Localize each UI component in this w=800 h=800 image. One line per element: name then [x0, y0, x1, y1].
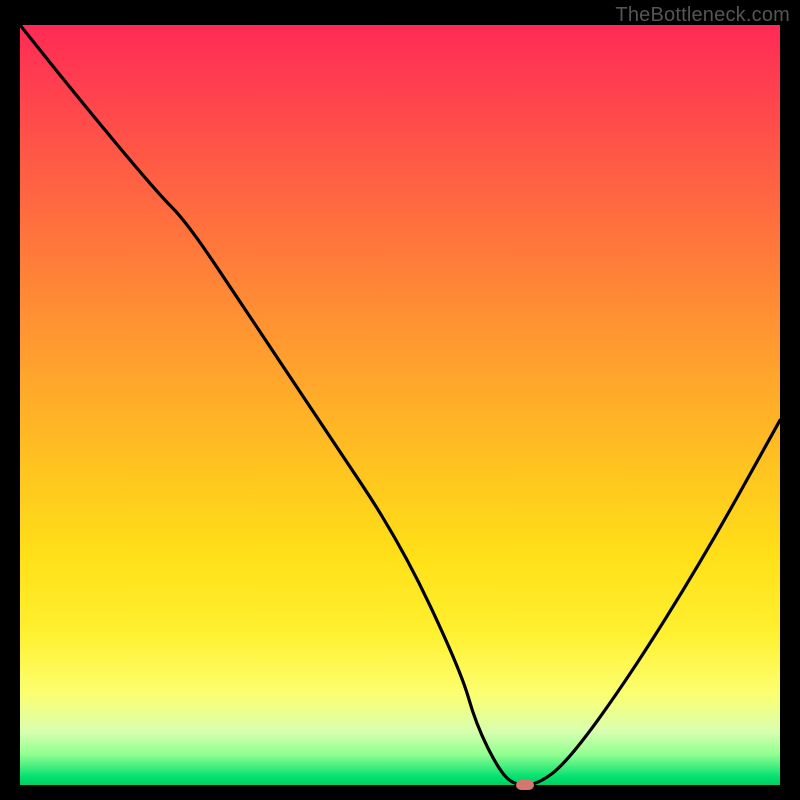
chart-plot-area — [20, 25, 780, 785]
bottleneck-curve-svg — [20, 25, 780, 785]
watermark-text: TheBottleneck.com — [615, 4, 790, 27]
optimal-point-marker — [516, 780, 534, 790]
bottleneck-curve-path — [20, 25, 780, 785]
